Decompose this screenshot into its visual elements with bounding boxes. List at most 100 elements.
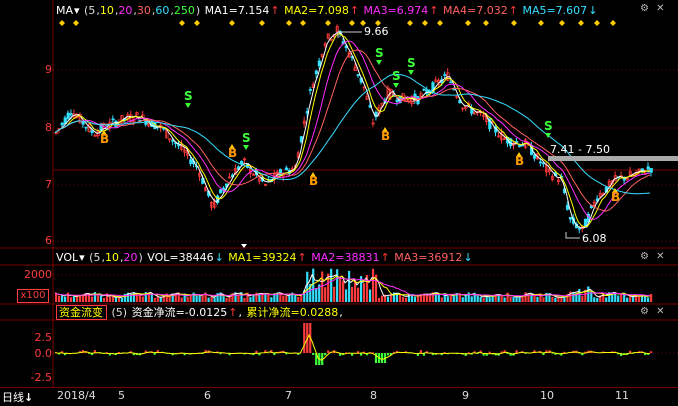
candle — [569, 217, 572, 219]
sell-signal: S — [242, 131, 251, 145]
fund-net-value: 资金净流=-0.0125 — [132, 306, 228, 319]
vol-legend: VOL▾ (5,10,20) VOL=38446↓ MA1=39324↑ MA2… — [56, 251, 474, 265]
volume-bar — [578, 289, 580, 302]
stock-chart[interactable]: 7.41 - 7.50 9.66 6.08 BBBBBBSSSSSS — [0, 0, 678, 387]
sell-signal: S — [407, 56, 416, 70]
fund-flow-bar — [381, 353, 383, 363]
volume-bar — [324, 287, 326, 302]
candle — [163, 128, 166, 129]
fund-flow-bar — [303, 323, 305, 353]
fund-cum-value: 累计净流=0.0288 — [247, 306, 339, 319]
candle — [112, 119, 115, 120]
period-selector[interactable]: 日线↓ — [2, 389, 33, 405]
volume-bar — [264, 294, 266, 302]
y-tick: 8 — [0, 121, 52, 134]
volume-bar — [160, 297, 162, 302]
buy-signal: B — [381, 129, 390, 143]
y-tick: 9 — [0, 63, 52, 76]
volume-bar — [76, 296, 78, 302]
volume-bar — [285, 296, 287, 302]
volume-bar — [342, 281, 344, 302]
sell-signal: S — [375, 46, 384, 60]
volume-bar — [626, 298, 628, 302]
fund-flow-bar — [650, 351, 652, 353]
ma3-line — [55, 41, 650, 220]
volume-bar — [157, 297, 159, 302]
down-arrow-icon: ↓ — [215, 251, 224, 264]
volume-bar — [210, 297, 212, 302]
volume-bar — [315, 288, 317, 302]
volume-bar — [426, 295, 428, 302]
volume-bar — [73, 296, 75, 302]
time-axis-bar — [0, 387, 678, 406]
vol-indicator-selector[interactable]: VOL▾ — [56, 251, 85, 264]
volume-bar — [387, 297, 389, 302]
fund-flow-bar — [515, 350, 517, 353]
volume-bar — [187, 297, 189, 302]
volume-bar — [270, 297, 272, 302]
up-arrow-icon: ↑ — [298, 251, 307, 264]
volume-bar — [378, 298, 380, 302]
volume-bar — [142, 296, 144, 302]
volume-bar — [97, 295, 99, 302]
cursor-marker-icon — [241, 244, 247, 248]
vol-ma1-value: MA1=39324 — [228, 251, 296, 264]
volume-bar — [465, 295, 467, 302]
vol-panel-controls: ⚙ ✕ — [640, 251, 665, 262]
marker-diamond-icon — [300, 20, 306, 26]
volume-bar — [629, 296, 631, 302]
volume-bar — [414, 297, 416, 302]
volume-bar — [506, 293, 508, 302]
volume-bar — [509, 297, 511, 302]
marker-diamond-icon — [559, 20, 565, 26]
volume-bar — [441, 297, 443, 302]
candle — [67, 113, 70, 118]
candle — [647, 167, 650, 170]
volume-bar — [587, 286, 589, 302]
volume-bar — [521, 296, 523, 302]
marker-diamond-icon — [59, 20, 65, 26]
candle — [70, 114, 73, 115]
up-arrow-icon: ↑ — [380, 251, 389, 264]
fund-flow-bar — [118, 352, 120, 353]
volume-bar — [196, 296, 198, 302]
volume-bar — [462, 297, 464, 302]
candle — [61, 123, 64, 125]
settings-icon[interactable]: ⚙ — [640, 306, 649, 317]
volume-bar — [581, 296, 583, 302]
volume-bar — [297, 297, 299, 302]
marker-diamond-icon — [578, 20, 584, 26]
candle — [309, 89, 312, 90]
volume-bar — [61, 295, 63, 302]
close-icon[interactable]: ✕ — [656, 306, 664, 317]
marker-diamond-icon — [594, 20, 600, 26]
vol-ma3-value: MA3=36912 — [394, 251, 462, 264]
fund-indicator-selector[interactable]: 资金流变 — [56, 305, 107, 320]
marker-diamond-icon — [349, 20, 355, 26]
candle — [396, 100, 399, 101]
fund-legend: 资金流变 (5) 资金净流=-0.0125↑, 累计净流=0.0288, — [56, 306, 344, 320]
candle — [240, 161, 243, 163]
volume-bar — [321, 271, 323, 302]
volume-bar — [533, 295, 535, 302]
volume-bar — [351, 287, 353, 302]
settings-icon[interactable]: ⚙ — [640, 251, 649, 262]
volume-bar — [306, 272, 308, 302]
close-icon[interactable]: ✕ — [656, 251, 664, 262]
ma2-line — [55, 34, 650, 227]
volume-bar — [207, 298, 209, 302]
fund-flow-bar — [468, 352, 470, 353]
candle — [85, 127, 88, 128]
vol-unit-badge: x100 — [17, 289, 49, 303]
volume-bar — [560, 298, 562, 302]
candle — [82, 122, 85, 124]
fund-flow-bar — [324, 353, 326, 355]
volume-bar — [438, 294, 440, 302]
marker-diamond-icon — [422, 20, 428, 26]
candle — [533, 155, 536, 158]
volume-bar — [282, 296, 284, 302]
sell-signal: S — [184, 89, 193, 103]
x-label: 10 — [540, 389, 554, 402]
volume-bar — [483, 298, 485, 302]
volume-bar — [109, 297, 111, 302]
